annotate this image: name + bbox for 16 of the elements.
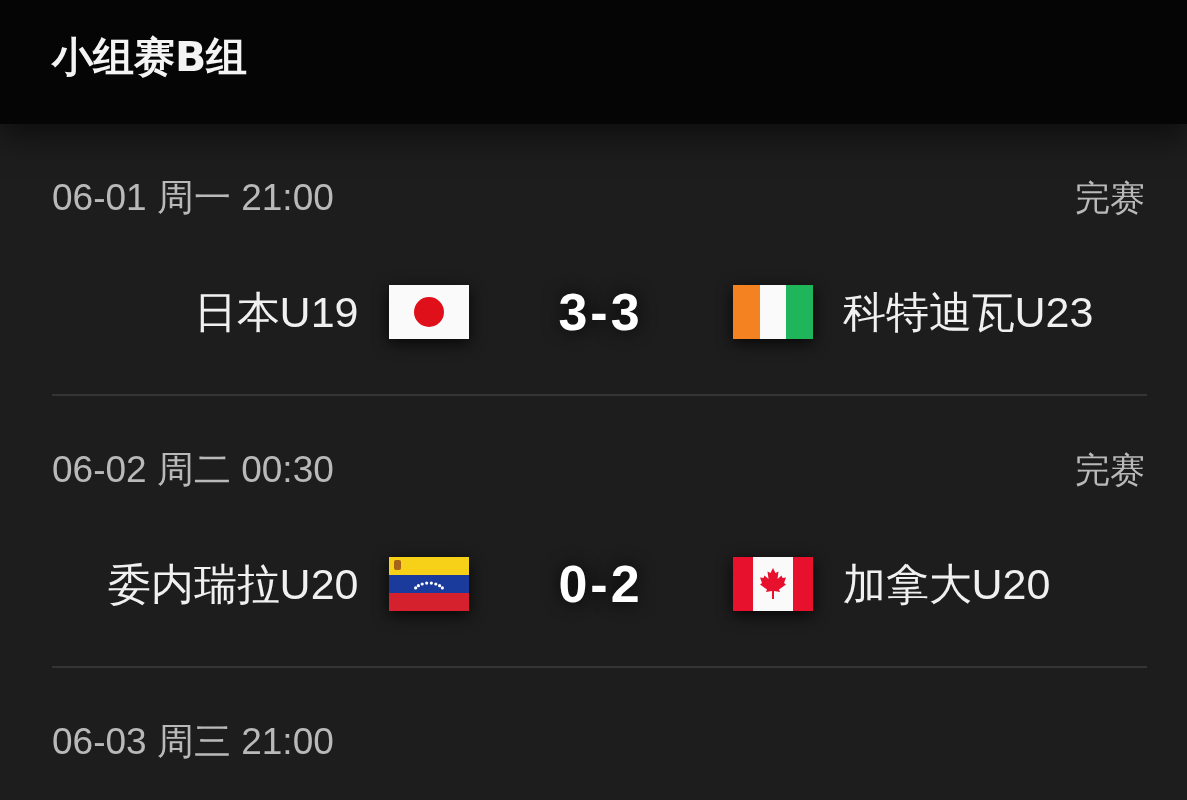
japan-flag-icon: [388, 285, 469, 339]
page-title: 小组赛B组: [52, 33, 248, 83]
venezuela-flag-icon: [388, 557, 469, 611]
match-datetime: 06-02 周二 00:30: [52, 450, 334, 490]
ivory-coast-flag-icon: [732, 285, 813, 339]
match-score: 0-2: [558, 556, 643, 612]
away-team-name: 加拿大U20: [842, 559, 1051, 609]
match-status: 完赛: [1075, 450, 1145, 490]
match-datetime: 06-01 周一 21:00: [52, 178, 334, 218]
home-team-name: 日本U19: [193, 287, 359, 337]
canada-flag-icon: [732, 557, 813, 611]
match-datetime: 06-03 周三 21:00: [52, 722, 334, 762]
away-team-name: 科特迪瓦U23: [842, 287, 1094, 337]
match-score: 3-3: [558, 284, 643, 340]
home-team-name: 委内瑞拉U20: [107, 559, 359, 609]
match-status: 完赛: [1075, 178, 1145, 218]
